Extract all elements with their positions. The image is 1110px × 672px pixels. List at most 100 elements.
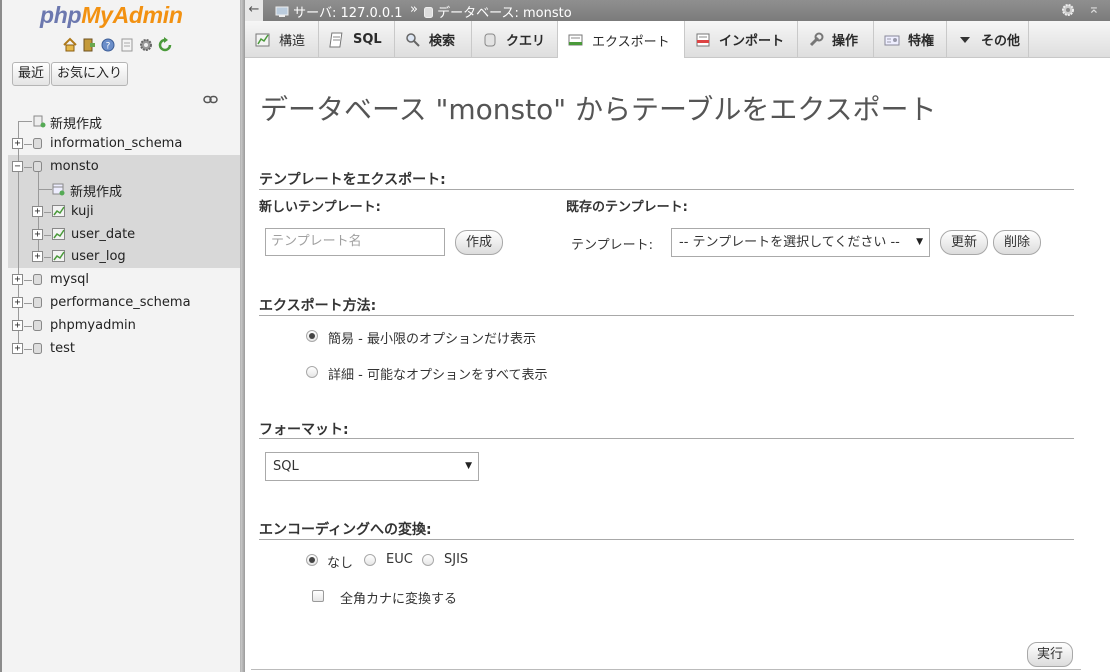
tab-operations[interactable]: 操作: [798, 21, 874, 58]
format-select[interactable]: SQL ▼: [265, 452, 479, 481]
tab-search[interactable]: 検索: [395, 21, 472, 58]
new-database-icon: [33, 115, 46, 128]
logout-icon[interactable]: [81, 37, 97, 53]
new-table-icon: [52, 183, 65, 196]
tab-bar: 構造 SQL 検索 クエリ エクスポート インポート 操作 特権 その他: [245, 21, 1110, 59]
delete-template-button[interactable]: 削除: [993, 230, 1041, 255]
encoding-sjis-label[interactable]: SJIS: [444, 552, 468, 567]
tree-item-monsto[interactable]: − monsto: [0, 156, 240, 178]
settings-gear-icon[interactable]: [138, 37, 154, 53]
tab-query[interactable]: クエリ: [472, 21, 558, 58]
favorites-button[interactable]: お気に入り: [51, 62, 129, 86]
breadcrumb-server-label: サーバ: 127.0.0.1: [293, 6, 403, 21]
template-section-title: テンプレートをエクスポート:: [259, 172, 446, 188]
expand-icon[interactable]: +: [12, 274, 23, 285]
tab-label: SQL: [353, 32, 382, 47]
documentation-icon[interactable]: [119, 37, 135, 53]
help-icon[interactable]: ?: [100, 37, 116, 53]
tree-item-information-schema[interactable]: + information_schema: [0, 133, 240, 155]
export-method-custom-label[interactable]: 詳細 - 可能なオプションをすべて表示: [328, 364, 548, 383]
create-template-button[interactable]: 作成: [455, 230, 503, 255]
tab-label: 特権: [908, 34, 935, 49]
tree-item-label: user_date: [71, 227, 136, 242]
collapse-top-icon[interactable]: ⌅: [1088, 1, 1100, 17]
query-icon: [482, 32, 498, 48]
tab-label: その他: [981, 34, 1021, 49]
breadcrumb-separator: »: [410, 2, 418, 17]
export-method-quick-label[interactable]: 簡易 - 最小限のオプションだけ表示: [328, 328, 536, 347]
settings-gear-icon[interactable]: [1060, 2, 1076, 22]
table-chart-icon: [52, 228, 65, 240]
template-name-input[interactable]: テンプレート名: [265, 228, 445, 256]
database-icon: [33, 274, 42, 285]
phpmyadmin-logo[interactable]: phpMyAdmin: [40, 2, 183, 29]
section-divider: [259, 315, 1074, 316]
tree-item-new-table[interactable]: 新規作成: [0, 178, 240, 200]
encoding-sjis-radio[interactable]: [422, 554, 434, 566]
breadcrumb-bar: ← サーバ: 127.0.0.1 » データベース: monsto ⌅: [245, 0, 1110, 21]
breadcrumb-database[interactable]: データベース: monsto: [424, 2, 572, 21]
collapse-icon[interactable]: −: [12, 161, 23, 172]
encoding-euc-label[interactable]: EUC: [386, 552, 413, 567]
home-icon[interactable]: [62, 37, 78, 53]
link-chain-icon[interactable]: [203, 93, 218, 104]
kana-convert-checkbox[interactable]: [312, 590, 324, 602]
tab-export[interactable]: エクスポート: [558, 21, 685, 59]
encoding-none-label[interactable]: なし: [327, 552, 353, 571]
go-button[interactable]: 実行: [1027, 642, 1073, 667]
expand-icon[interactable]: +: [32, 251, 43, 262]
tree-item-label: phpmyadmin: [50, 318, 136, 333]
recent-button[interactable]: 最近: [12, 62, 51, 86]
breadcrumb-database-label: データベース: monsto: [437, 6, 572, 21]
back-arrow-icon[interactable]: ←: [245, 0, 263, 21]
expand-icon[interactable]: +: [12, 343, 23, 354]
expand-icon[interactable]: +: [12, 297, 23, 308]
encoding-euc-radio[interactable]: [364, 554, 376, 566]
encoding-none-radio[interactable]: [306, 554, 318, 566]
tab-label: 検索: [429, 34, 456, 49]
tab-structure[interactable]: 構造: [245, 21, 319, 58]
tab-label: クエリ: [506, 34, 546, 49]
tab-label: エクスポート: [592, 34, 670, 50]
kana-convert-label[interactable]: 全角カナに変換する: [340, 588, 457, 607]
tree-item-test[interactable]: + test: [0, 338, 240, 360]
tree-item-performance-schema[interactable]: + performance_schema: [0, 292, 240, 314]
export-method-quick-radio[interactable]: [306, 330, 318, 342]
tree-item-new-database[interactable]: 新規作成: [0, 110, 240, 132]
expand-icon[interactable]: +: [32, 229, 43, 240]
chevron-down-icon: [957, 32, 973, 48]
database-icon: [424, 7, 433, 18]
reload-icon[interactable]: [157, 37, 173, 53]
tree-item-phpmyadmin[interactable]: + phpmyadmin: [0, 315, 240, 337]
expand-icon[interactable]: +: [12, 138, 23, 149]
tab-privileges[interactable]: 特権: [874, 21, 947, 58]
page-title: データベース "monsto" からテーブルをエクスポート: [260, 93, 937, 126]
tree-item-table-kuji[interactable]: + kuji: [0, 201, 240, 223]
tree-item-table-user-log[interactable]: + user_log: [0, 246, 240, 268]
update-template-button[interactable]: 更新: [940, 230, 988, 255]
tab-import[interactable]: インポート: [685, 21, 798, 58]
table-chart-icon: [52, 205, 65, 217]
dropdown-arrow-icon: ▼: [916, 237, 923, 247]
tab-more[interactable]: その他: [947, 21, 1029, 58]
template-select-value: -- テンプレートを選択してください --: [679, 235, 900, 250]
database-icon: [33, 161, 42, 172]
quick-icons: ?: [62, 37, 173, 53]
tab-sql[interactable]: SQL: [319, 21, 395, 58]
export-icon: [568, 32, 584, 48]
template-select[interactable]: -- テンプレートを選択してください -- ▼: [671, 228, 930, 257]
export-method-custom-radio[interactable]: [306, 366, 318, 378]
tree-item-mysql[interactable]: + mysql: [0, 269, 240, 291]
format-title: フォーマット:: [259, 422, 349, 438]
sql-icon: [329, 32, 345, 48]
expand-icon[interactable]: +: [12, 320, 23, 331]
tree-item-label: information_schema: [50, 136, 183, 151]
expand-icon[interactable]: +: [32, 206, 43, 217]
database-icon: [33, 343, 42, 354]
tree-item-table-user-date[interactable]: + user_date: [0, 224, 240, 246]
table-chart-icon: [52, 250, 65, 262]
tree-item-label: 新規作成: [50, 117, 103, 132]
tree-item-label: monsto: [50, 159, 99, 174]
dropdown-arrow-icon: ▼: [465, 461, 472, 471]
breadcrumb-server[interactable]: サーバ: 127.0.0.1: [275, 2, 403, 21]
